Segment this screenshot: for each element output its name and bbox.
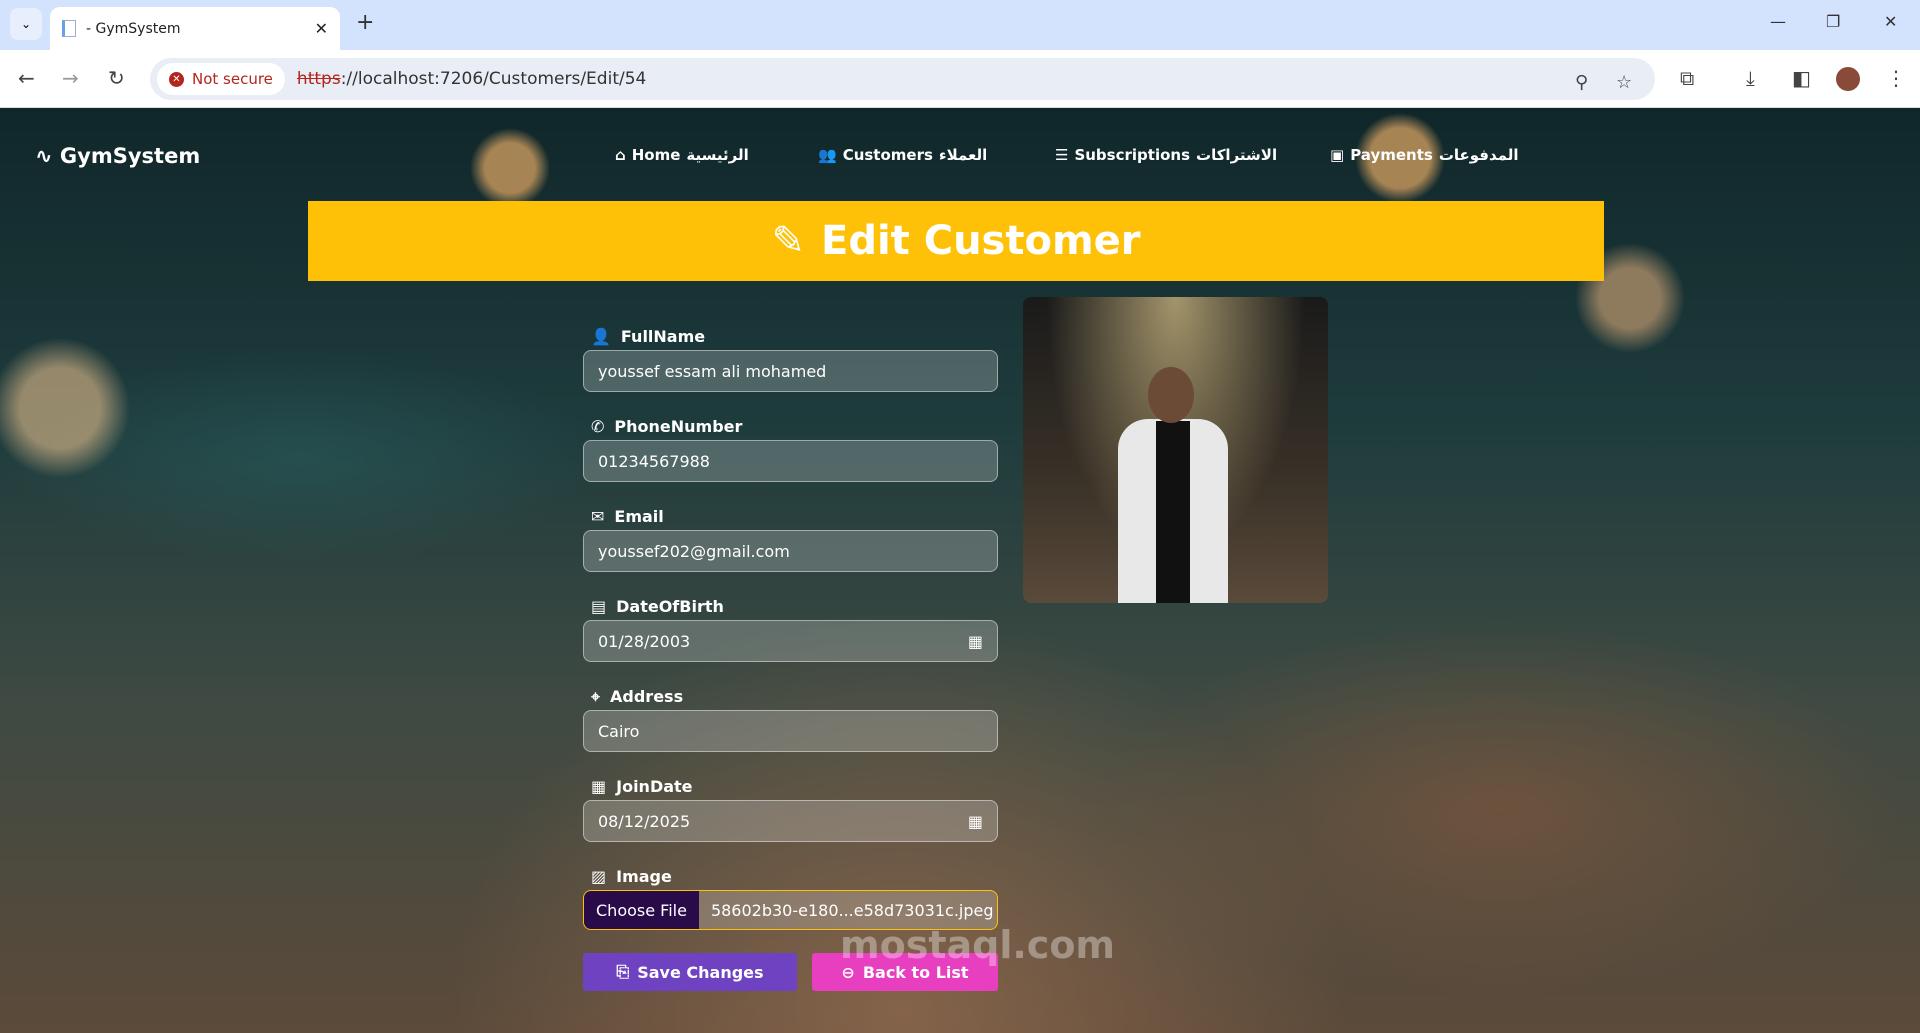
label-text: PhoneNumber — [614, 417, 743, 436]
users-icon: 👥 — [818, 146, 837, 164]
cash-icon: ▣ — [1330, 146, 1345, 164]
reload-icon[interactable]: ↻ — [108, 66, 125, 90]
brand-logo[interactable]: ∿ GymSystem — [35, 144, 200, 168]
edit-icon: ✎ — [771, 218, 805, 264]
nav-home[interactable]: ⌂ Home الرئيسية — [615, 146, 749, 164]
choose-file-button[interactable]: Choose File — [584, 891, 699, 929]
calendar-icon: ▦ — [591, 777, 607, 796]
input-value: 01/28/2003 — [598, 631, 691, 651]
warning-icon: ✕ — [169, 71, 184, 87]
input-value: youssef202@gmail.com — [598, 541, 790, 561]
label-text: JoinDate — [616, 777, 693, 796]
new-tab-button[interactable]: + — [356, 10, 374, 35]
image-icon: ▨ — [591, 867, 607, 886]
map-pin-icon: ⌖ — [591, 686, 601, 706]
fullname-input[interactable]: youssef essam ali mohamed — [583, 350, 998, 392]
person-figure — [1118, 367, 1228, 603]
download-icon[interactable]: ⤓ — [1746, 66, 1755, 90]
brand-name: GymSystem — [59, 144, 201, 168]
image-label: ▨ Image — [583, 863, 998, 890]
button-label: Save Changes — [637, 962, 764, 982]
phone-input[interactable]: 01234567988 — [583, 440, 998, 482]
close-tab-icon[interactable]: ✕ — [315, 19, 328, 38]
nav-label: Subscriptions — [1074, 146, 1190, 164]
pulse-icon: ∿ — [35, 144, 53, 168]
save-changes-button[interactable]: ⎘ Save Changes — [583, 953, 797, 991]
page-title-banner: ✎ Edit Customer — [308, 201, 1604, 281]
file-name: 58602b30-e180...e58d73031c.jpeg — [710, 900, 994, 920]
url-text[interactable]: https://localhost:7206/Customers/Edit/54 — [297, 69, 646, 89]
address-label: ⌖ Address — [583, 683, 998, 710]
joindate-input[interactable]: 08/12/2025 ▦ — [583, 800, 998, 842]
url-scheme: https — [296, 69, 341, 89]
side-panel-icon[interactable]: ◧ — [1792, 66, 1811, 90]
watermark: mostaql.com — [840, 923, 1116, 967]
minimize-button[interactable]: — — [1770, 12, 1786, 31]
address-toolbar: ← → ↻ ✕ Not secure https://localhost:7206… — [0, 50, 1920, 108]
calendar-picker-icon[interactable]: ▦ — [968, 632, 983, 651]
calendar-picker-icon[interactable]: ▦ — [968, 812, 983, 831]
close-window-button[interactable]: ✕ — [1884, 12, 1897, 31]
nav-customers[interactable]: 👥 Customers العملاء — [818, 146, 987, 164]
dob-input[interactable]: 01/28/2003 ▦ — [583, 620, 998, 662]
envelope-icon: ✉ — [591, 507, 605, 526]
list-icon: ☰ — [1055, 146, 1069, 164]
nav-label-ar: الاشتراكات — [1196, 146, 1278, 164]
phone-icon: ✆ — [591, 417, 605, 436]
fullname-label: 👤 FullName — [583, 323, 998, 350]
security-label: Not secure — [192, 70, 273, 88]
nav-payments[interactable]: ▣ Payments المدفوعات — [1330, 146, 1519, 164]
nav-label-ar: العملاء — [938, 146, 988, 164]
edit-customer-form: 👤 FullName youssef essam ali mohamed ✆ Pho… — [583, 323, 998, 991]
customer-photo — [1023, 297, 1328, 603]
restore-button[interactable]: ❐ — [1826, 12, 1840, 31]
joindate-label: ▦ JoinDate — [583, 773, 998, 800]
input-value: 08/12/2025 — [598, 811, 691, 831]
email-label: ✉ Email — [583, 503, 998, 530]
input-value: Cairo — [598, 721, 640, 741]
address-bar[interactable]: ✕ Not secure https://localhost:7206/Custo… — [150, 58, 1655, 100]
url-path: ://localhost:7206/Customers/Edit/54 — [340, 69, 647, 89]
input-value: 01234567988 — [598, 451, 710, 471]
address-input[interactable]: Cairo — [583, 710, 998, 752]
profile-avatar[interactable] — [1836, 67, 1860, 91]
label-text: Image — [616, 867, 672, 886]
menu-icon[interactable]: ⋮ — [1886, 66, 1906, 90]
nav-label: Home — [631, 146, 681, 164]
home-icon: ⌂ — [615, 146, 626, 164]
page-title: Edit Customer — [821, 218, 1141, 264]
browser-tab-bar: ⌄ - GymSystem ✕ + — ❐ ✕ — [0, 0, 1920, 50]
page-icon — [62, 20, 76, 37]
email-input[interactable]: youssef202@gmail.com — [583, 530, 998, 572]
nav-label-ar: المدفوعات — [1438, 146, 1519, 164]
nav-subscriptions[interactable]: ☰ Subscriptions الاشتراكات — [1055, 146, 1277, 164]
forward-icon[interactable]: → — [62, 66, 79, 90]
back-icon[interactable]: ← — [18, 66, 35, 90]
label-text: Email — [614, 507, 664, 526]
security-chip[interactable]: ✕ Not secure — [157, 63, 285, 95]
extensions-icon[interactable]: ⧉ — [1680, 66, 1694, 90]
browser-tab[interactable]: - GymSystem ✕ — [50, 7, 340, 50]
phone-label: ✆ PhoneNumber — [583, 413, 998, 440]
dob-label: ▤ DateOfBirth — [583, 593, 998, 620]
zoom-icon[interactable]: ⚲ — [1575, 72, 1588, 93]
nav-label: Customers — [842, 146, 933, 164]
nav-label-ar: الرئيسية — [686, 146, 749, 164]
label-text: Address — [610, 687, 684, 706]
person-icon: 👤 — [591, 327, 611, 346]
input-value: youssef essam ali mohamed — [598, 361, 827, 381]
save-icon: ⎘ — [616, 962, 630, 981]
label-text: FullName — [620, 327, 706, 346]
page: ∿ GymSystem ⌂ Home الرئيسية 👥 Customers العم… — [0, 108, 1920, 1033]
calendar-icon: ▤ — [591, 597, 607, 616]
tab-search-button[interactable]: ⌄ — [10, 8, 42, 40]
label-text: DateOfBirth — [616, 597, 724, 616]
tab-title: - GymSystem — [86, 20, 181, 37]
bookmark-star-icon[interactable]: ☆ — [1616, 72, 1632, 93]
nav-label: Payments — [1350, 146, 1433, 164]
